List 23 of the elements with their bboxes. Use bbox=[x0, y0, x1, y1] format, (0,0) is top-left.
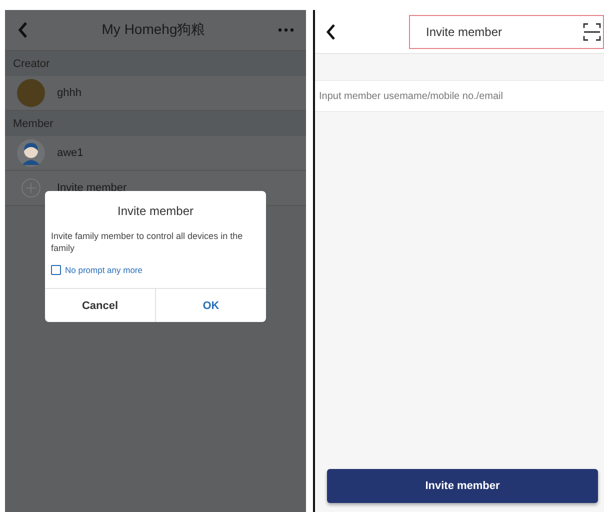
plus-icon bbox=[21, 178, 41, 198]
member-name: ghhh bbox=[57, 87, 82, 99]
cancel-button[interactable]: Cancel bbox=[45, 289, 156, 322]
avatar-photo-placeholder bbox=[17, 79, 45, 107]
section-label: Creator bbox=[5, 51, 306, 76]
dialog-title: Invite member bbox=[116, 203, 195, 220]
avatar-icon bbox=[17, 139, 45, 167]
checkbox[interactable] bbox=[51, 265, 61, 276]
invite-member-button[interactable]: Invite member bbox=[327, 469, 598, 503]
ok-button[interactable]: OK bbox=[156, 289, 266, 322]
member-row[interactable]: ghhh bbox=[5, 76, 306, 111]
screen-title: My Homehg狗粮 bbox=[100, 21, 206, 39]
no-prompt-checkbox[interactable]: No prompt any more bbox=[45, 254, 266, 288]
section-label: Member bbox=[5, 111, 306, 136]
scan-icon[interactable] bbox=[583, 22, 601, 40]
member-input-field[interactable]: Input member usemame/mobile no./email bbox=[315, 80, 604, 112]
member-name: awe1 bbox=[57, 147, 84, 159]
more-icon[interactable] bbox=[278, 28, 294, 32]
invite-label: Invite member bbox=[57, 182, 127, 194]
back-icon[interactable] bbox=[325, 22, 337, 40]
screen-title: Invite member bbox=[426, 24, 502, 38]
dialog-message: Invite family member to control all devices in the family bbox=[50, 230, 244, 254]
member-row[interactable]: awe1 bbox=[5, 136, 306, 171]
